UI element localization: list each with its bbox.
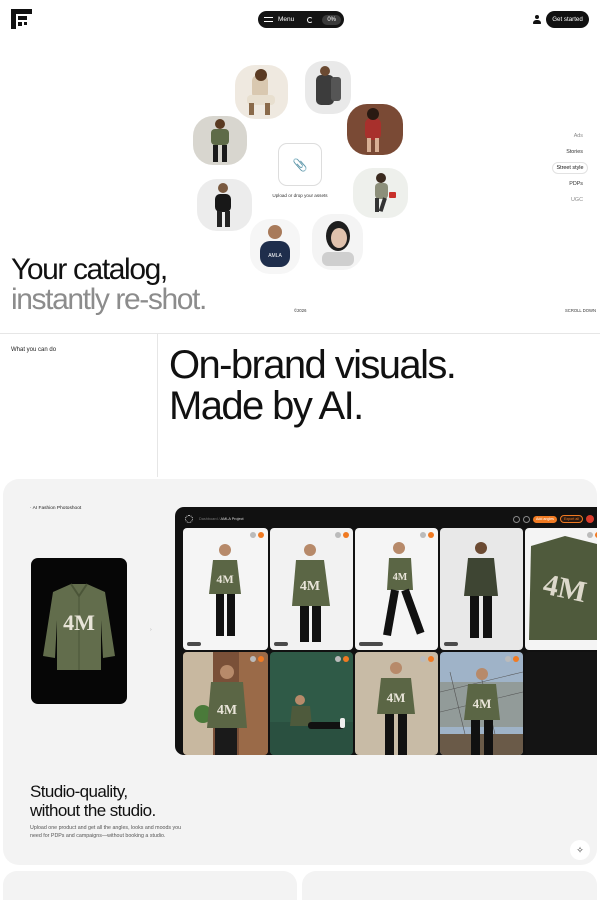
section-title: On-brand visuals. Made by AI. [169, 343, 457, 428]
photo-model-hood [312, 214, 363, 270]
history-icon[interactable] [523, 515, 530, 523]
app-toolbar: Add angles Export all [513, 515, 594, 523]
feature-description: Upload one product and get all the angle… [30, 825, 182, 839]
generated-image-cafe[interactable]: 4M [183, 652, 268, 755]
hero-title-line1: Your catalog, [11, 253, 168, 286]
feature-card: · AI Fashion Photoshoot 4M › Dashboard /… [3, 479, 597, 865]
generated-image-back[interactable] [440, 528, 523, 650]
svg-text:4M: 4M [217, 703, 237, 718]
moon-icon[interactable] [307, 16, 314, 23]
style-item-stories[interactable]: Stories [552, 146, 588, 158]
avatar[interactable] [585, 515, 594, 523]
svg-text:AMLA: AMLA [268, 253, 282, 259]
svg-text:4M: 4M [473, 696, 492, 711]
app-breadcrumb: Dashboard / AMLA Project [199, 517, 244, 521]
get-started-button[interactable]: Get started [546, 11, 589, 28]
upload-dropzone[interactable]: 📎 [278, 143, 322, 186]
generated-image-side[interactable]: 4M [355, 528, 438, 650]
app-preview: Dashboard / AMLA Project Add angles Expo… [175, 507, 597, 755]
photo-model-black-top [197, 179, 252, 231]
hero-title-line2: instantly re-shot. [11, 283, 207, 316]
generated-image-green-studio[interactable] [270, 652, 353, 755]
svg-text:4M: 4M [63, 610, 95, 635]
export-button[interactable]: Export all [559, 515, 583, 523]
photo-model-sweater: AMLA [250, 219, 300, 274]
feature-title: Studio-quality, without the studio. [30, 782, 156, 820]
section-label: What you can do [11, 347, 57, 353]
chevron-right-icon: › [150, 627, 152, 633]
hero-title: Your catalog, instantly re-shot. [11, 253, 207, 316]
add-angles-button[interactable]: Add angles [533, 515, 557, 523]
sparkle-icon[interactable]: ✧ [570, 840, 590, 860]
svg-text:4M: 4M [387, 690, 406, 705]
feature-card-secondary-right [302, 871, 597, 900]
photo-model-seated [235, 65, 288, 119]
generated-image-detail[interactable]: 4M [525, 528, 597, 650]
product-jacket-image: 4M [31, 558, 127, 704]
generated-image-three-quarter[interactable]: 4M [270, 528, 353, 650]
svg-text:4M: 4M [393, 572, 408, 583]
app-logo-icon [185, 515, 193, 523]
style-item-ugc[interactable]: UGC [552, 194, 588, 206]
feature-tag: · AI Fashion Photoshoot [30, 506, 82, 511]
feature-card-secondary-left [3, 871, 297, 900]
svg-text:4M: 4M [216, 572, 233, 586]
hamburger-icon [264, 17, 273, 22]
style-item-ads[interactable]: Ads [552, 130, 588, 142]
menu-label: Menu [278, 16, 295, 23]
paperclip-icon: 📎 [292, 157, 308, 172]
style-item-pdps[interactable]: PDPs [552, 178, 588, 190]
copyright: ©2026 [294, 308, 307, 313]
generated-image-beige-studio[interactable]: 4M [355, 652, 438, 755]
photo-model-street [353, 168, 408, 218]
style-menu: Ads Stories Street style PDPs UGC [552, 130, 588, 210]
upload-label: Upload or drop your assets [272, 193, 328, 198]
generated-image-rooftop[interactable]: 4M [440, 652, 523, 755]
user-icon[interactable] [533, 15, 541, 24]
menu-pill[interactable]: Menu 0% [258, 11, 344, 28]
section-title-line1: On-brand visuals. [169, 343, 457, 387]
column-divider [157, 334, 158, 477]
scroll-down-hint[interactable]: SCROLL DOWN [565, 308, 596, 313]
photo-model-red-dress [347, 104, 403, 155]
section-title-line2: Made by AI. [169, 384, 364, 428]
empty-slot [525, 652, 597, 755]
brand-logo[interactable] [11, 9, 32, 29]
settings-icon[interactable] [513, 515, 520, 523]
progress-badge: 0% [322, 14, 341, 25]
feature-title-line2: without the studio. [30, 801, 156, 820]
photo-model-coat [305, 61, 351, 114]
generated-image-front[interactable]: 4M [183, 528, 268, 650]
section-divider [0, 333, 600, 334]
style-item-street-style[interactable]: Street style [552, 162, 588, 174]
photo-model-jacket [193, 116, 247, 165]
feature-title-line1: Studio-quality, [30, 782, 128, 801]
svg-text:4M: 4M [300, 579, 320, 594]
